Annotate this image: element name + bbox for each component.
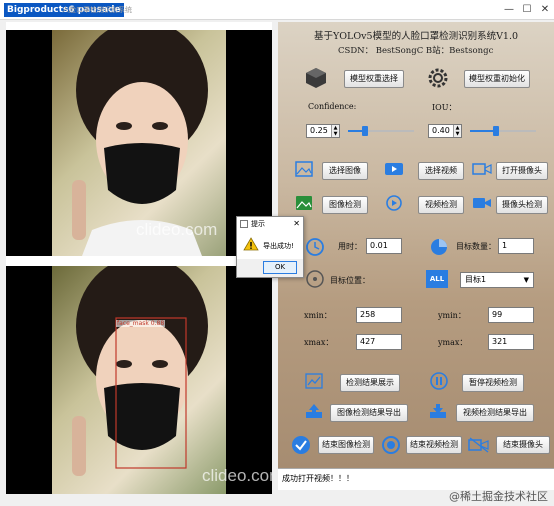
- window-subtitle: 人脸口罩检测识别系统: [62, 6, 132, 14]
- export-video-button[interactable]: 视频检测结果导出: [456, 404, 534, 422]
- author-credits: CSDN： BestSongC B站：Bestsongc: [338, 46, 494, 56]
- target-select[interactable]: 目标1 ▼: [460, 272, 534, 288]
- detection-label: face_mask 0.88: [116, 320, 166, 327]
- warning-icon: [243, 237, 259, 254]
- ymax-label: ymax：: [438, 338, 468, 347]
- app-heading: 基于YOLOv5模型的人脸口罩检测识别系统V1.0: [314, 31, 519, 42]
- ymin-label: ymin：: [438, 311, 466, 320]
- pie-chart-icon: [428, 236, 450, 258]
- confidence-spinbox[interactable]: 0.25 ▲ ▼: [306, 124, 340, 138]
- iou-label: IOU：: [432, 103, 457, 112]
- window-title-bar: Bigproducts6 pausade 人脸口罩检测识别系统 — ☐ ✕: [0, 0, 554, 20]
- dialog-close-icon[interactable]: ✕: [293, 217, 300, 231]
- status-bar: 成功打开视频！！！: [278, 468, 554, 490]
- select-video-button[interactable]: 选择视频: [418, 162, 464, 180]
- confidence-slider-thumb[interactable]: [362, 126, 368, 136]
- target-select-value: 目标1: [465, 275, 487, 284]
- iou-slider[interactable]: [470, 126, 536, 136]
- gear-icon: [426, 66, 450, 90]
- video-image-bottom: [52, 266, 226, 494]
- source-video-frame: clideo.com: [6, 30, 272, 256]
- status-message: 成功打开视频！！！: [282, 474, 354, 483]
- stop-icon: [380, 434, 402, 456]
- camera-off-icon: [468, 434, 490, 456]
- dialog-title-bar: 提示 ✕: [237, 217, 303, 231]
- dialog-title: 提示: [251, 220, 265, 228]
- video-detect-button[interactable]: 视频检测: [418, 196, 464, 214]
- close-button[interactable]: ✕: [536, 2, 554, 18]
- ymin-field: 99: [488, 307, 534, 323]
- export-image-button[interactable]: 图像检测结果导出: [330, 404, 408, 422]
- ok-button[interactable]: OK: [263, 261, 297, 274]
- video-watermark-top: clideo.com: [136, 220, 218, 239]
- check-circle-icon: [290, 434, 312, 456]
- spin-arrows-icon[interactable]: ▲ ▼: [453, 125, 461, 137]
- end-video-detect-button[interactable]: 结束视频检测: [406, 436, 462, 454]
- xmin-field: 258: [356, 307, 402, 323]
- xmax-label: xmax：: [304, 338, 334, 347]
- all-badge: ALL: [426, 270, 448, 288]
- camera-detect-button[interactable]: 摄像头检测: [496, 196, 548, 214]
- detection-video-frame: face_mask 0.88 clideo.com: [6, 266, 272, 494]
- target-position-label: 目标位置：: [330, 276, 370, 285]
- ymax-field: 321: [488, 334, 534, 350]
- chart-icon: [304, 372, 324, 390]
- image-detect-button[interactable]: 图像检测: [322, 196, 368, 214]
- open-camera-button[interactable]: 打开摄像头: [496, 162, 548, 180]
- dialog-body: 导出成功!: [237, 231, 303, 261]
- time-label: 用时：: [338, 242, 362, 251]
- camera-icon: [472, 160, 492, 178]
- dialog-footer: OK: [237, 259, 303, 277]
- download-icon: [428, 402, 448, 420]
- end-camera-button[interactable]: 结束摄像头: [496, 436, 550, 454]
- pause-icon: [428, 370, 450, 392]
- chevron-down-icon: ▼: [523, 276, 529, 284]
- iou-slider-thumb[interactable]: [493, 126, 499, 136]
- xmax-field: 427: [356, 334, 402, 350]
- time-field: 0.01: [366, 238, 402, 254]
- spin-arrows-icon[interactable]: ▲ ▼: [331, 125, 339, 137]
- iou-spinbox[interactable]: 0.40 ▲ ▼: [428, 124, 462, 138]
- confidence-value: 0.25: [310, 126, 328, 135]
- target-count-field: 1: [498, 238, 534, 254]
- window-icon: [240, 220, 248, 228]
- image-icon: [294, 160, 314, 178]
- confidence-slider[interactable]: [348, 126, 414, 136]
- maximize-button[interactable]: ☐: [518, 2, 536, 18]
- video-display-panel: clideo.com face_mask 0.88 clideo.com: [6, 22, 272, 494]
- video-detect-icon: [384, 194, 404, 212]
- confidence-label: Confidence:: [308, 102, 357, 111]
- clock-icon: [304, 236, 326, 258]
- show-result-button[interactable]: 检测结果展示: [340, 374, 400, 392]
- target-count-label: 目标数量：: [456, 242, 496, 251]
- upload-icon: [304, 402, 324, 420]
- footer-watermark: @稀土掘金技术社区: [449, 490, 548, 503]
- control-panel: 基于YOLOv5模型的人脸口罩检测识别系统V1.0 CSDN： BestSong…: [278, 22, 554, 490]
- camcorder-icon: [472, 194, 492, 212]
- face-image-bottom: [72, 266, 208, 476]
- select-image-button[interactable]: 选择图像: [322, 162, 368, 180]
- video-watermark-bottom: clideo.com: [202, 466, 272, 485]
- info-dialog: 提示 ✕ 导出成功! OK: [236, 216, 304, 278]
- video-icon: [384, 160, 404, 178]
- minimize-button[interactable]: —: [500, 2, 518, 18]
- image-detect-icon: [294, 194, 314, 212]
- cube-icon: [304, 66, 328, 90]
- pause-video-button[interactable]: 暂停视频检测: [462, 374, 524, 392]
- iou-value: 0.40: [432, 126, 450, 135]
- select-weights-button[interactable]: 模型权重选择: [344, 70, 404, 88]
- end-image-detect-button[interactable]: 结束图像检测: [318, 436, 374, 454]
- location-icon: [304, 268, 326, 290]
- dialog-message: 导出成功!: [263, 242, 294, 250]
- init-weights-button[interactable]: 模型权重初始化: [464, 70, 530, 88]
- xmin-label: xmin：: [304, 311, 332, 320]
